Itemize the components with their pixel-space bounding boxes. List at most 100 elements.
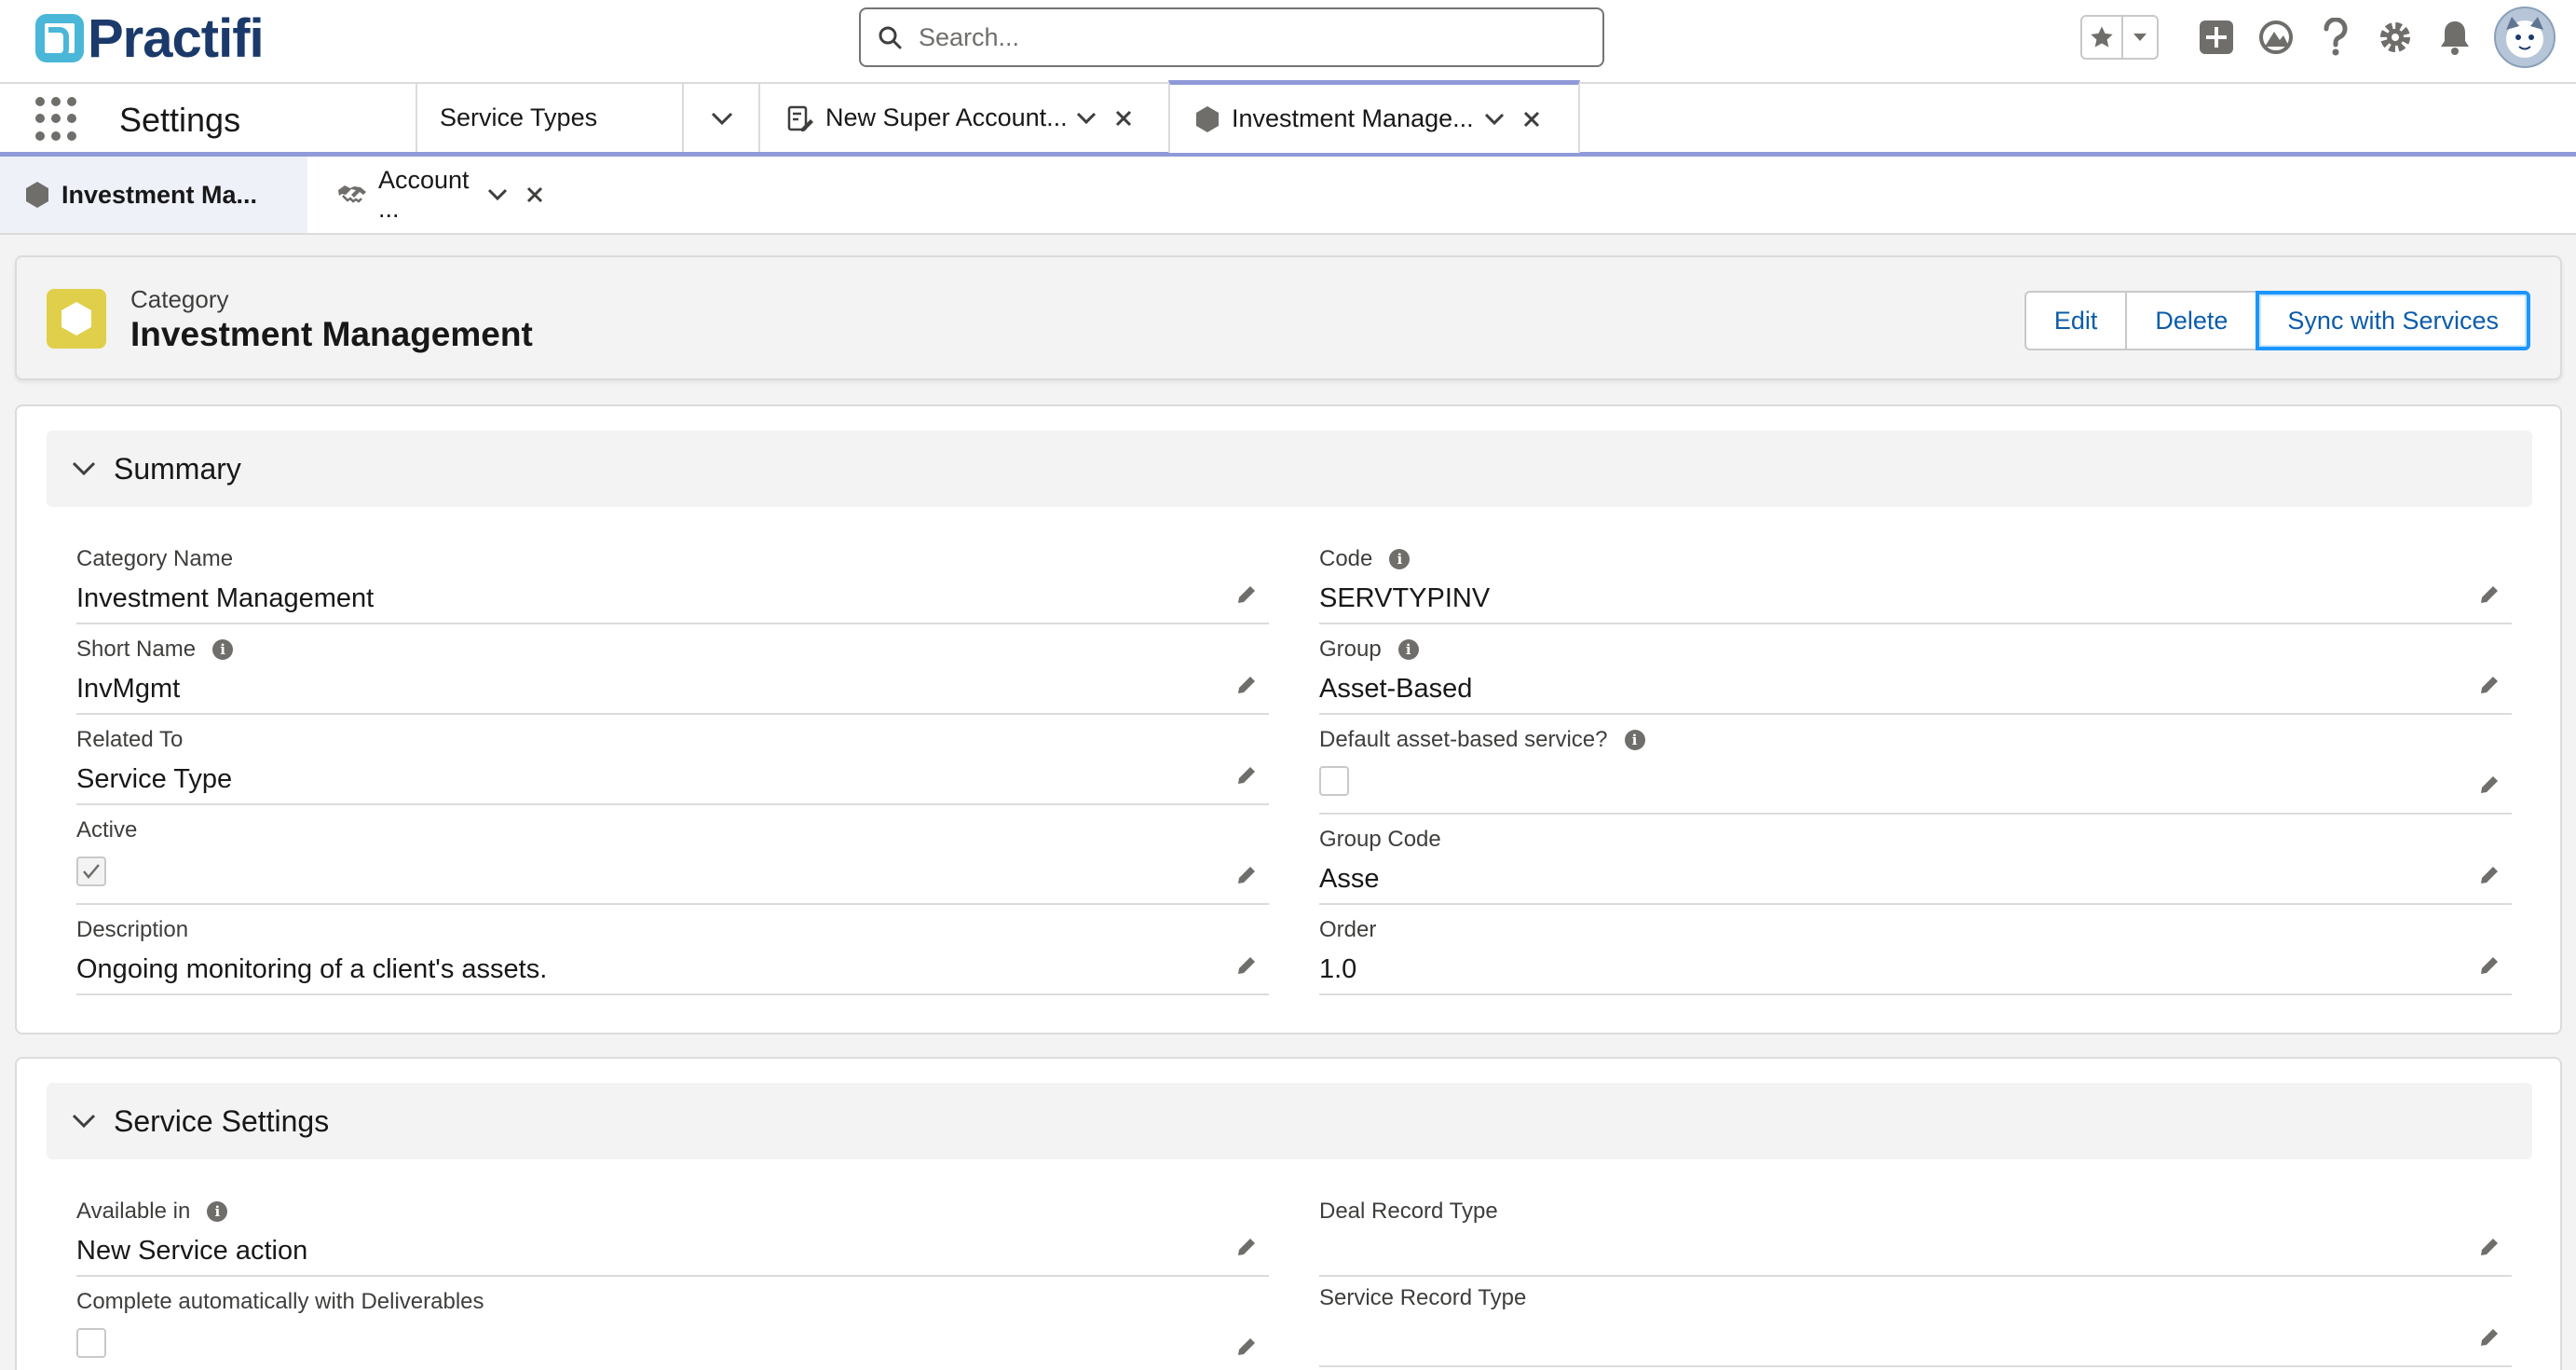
default-asset-based-checkbox bbox=[1319, 766, 1349, 796]
subtab-investment-management[interactable]: Investment Ma... bbox=[0, 157, 307, 233]
chevron-down-icon bbox=[54, 1114, 114, 1129]
edit-pencil-icon[interactable] bbox=[2476, 772, 2502, 798]
field-label: Description bbox=[76, 917, 189, 942]
field-code: Code i SERVTYPINV bbox=[1319, 544, 2512, 624]
info-icon[interactable]: i bbox=[1389, 549, 1411, 569]
help-icon[interactable] bbox=[2306, 7, 2365, 67]
hexagon-icon bbox=[24, 181, 50, 209]
app-launcher-icon[interactable] bbox=[35, 97, 80, 142]
field-label: Complete automatically with Deliverables bbox=[76, 1289, 484, 1314]
hexagon-icon bbox=[1194, 105, 1220, 133]
field-deal-record-type: Deal Record Type bbox=[1319, 1197, 2512, 1277]
tab-label: Investment Manage... bbox=[1232, 104, 1474, 132]
field-label: Deal Record Type bbox=[1319, 1199, 1498, 1224]
subtab-label: Investment Ma... bbox=[61, 180, 258, 209]
global-search-input[interactable]: Search... bbox=[859, 7, 1604, 67]
workspace-tab-investment-management[interactable]: Investment Manage... bbox=[1168, 80, 1580, 153]
app-name: Settings bbox=[119, 101, 241, 139]
category-record-icon bbox=[47, 289, 106, 349]
field-value: New Service action bbox=[76, 1236, 308, 1266]
section-title: Service Settings bbox=[114, 1103, 330, 1138]
tab-chevron-down-icon[interactable] bbox=[1476, 101, 1513, 138]
field-related-to: Related To Service Type bbox=[76, 725, 1269, 805]
info-icon[interactable]: i bbox=[207, 1201, 228, 1222]
edit-pencil-icon[interactable] bbox=[1233, 952, 1260, 979]
subtab-close-icon[interactable] bbox=[516, 176, 553, 213]
subtab-chevron-down-icon[interactable] bbox=[479, 176, 516, 213]
practifi-logo[interactable]: Practifi bbox=[35, 7, 265, 69]
edit-pencil-icon[interactable] bbox=[2476, 1234, 2502, 1260]
service-settings-section-header[interactable]: Service Settings bbox=[47, 1083, 2532, 1159]
edit-pencil-icon[interactable] bbox=[2476, 1324, 2502, 1350]
app-navigation-bar: Settings Service Types New Super Account… bbox=[0, 80, 2576, 157]
nav-menu-chevron-down-icon[interactable] bbox=[682, 84, 760, 152]
edit-pencil-icon[interactable] bbox=[1233, 582, 1260, 608]
logo-text: Practifi bbox=[88, 7, 265, 69]
field-label: Category Name bbox=[76, 546, 234, 571]
favorites-dropdown-icon[interactable] bbox=[2123, 17, 2157, 58]
field-value: SERVTYPINV bbox=[1319, 583, 1491, 613]
record-title: Investment Management bbox=[130, 315, 533, 353]
workspace-tab-new-super-account[interactable]: New Super Account... bbox=[758, 84, 1170, 152]
field-value: InvMgmt bbox=[76, 674, 181, 704]
subtab-bar: Investment Ma... Account ... bbox=[0, 157, 2576, 235]
tab-close-icon[interactable] bbox=[1105, 100, 1142, 137]
trailhead-guidance-icon[interactable] bbox=[2246, 7, 2306, 67]
setup-gear-icon[interactable] bbox=[2365, 7, 2425, 67]
global-actions-add-icon[interactable] bbox=[2187, 7, 2246, 67]
chevron-down-icon bbox=[54, 461, 114, 476]
summary-card: Summary Category Name Investment Managem… bbox=[15, 404, 2562, 1034]
field-label: Default asset-based service? bbox=[1319, 727, 1608, 752]
field-label: Group bbox=[1319, 637, 1382, 662]
nav-item-label: Service Types bbox=[440, 103, 598, 131]
service-settings-card: Service Settings Available in i New Servi… bbox=[15, 1057, 2562, 1370]
favorites-group bbox=[2080, 15, 2159, 60]
field-complete-automatically: Complete automatically with Deliverables bbox=[76, 1287, 1269, 1370]
notifications-bell-icon[interactable] bbox=[2425, 7, 2485, 67]
edit-pencil-icon[interactable] bbox=[1233, 1334, 1260, 1360]
subtab-label: Account ... bbox=[378, 166, 470, 223]
field-value: Investment Management bbox=[76, 583, 375, 613]
delete-button[interactable]: Delete bbox=[2125, 291, 2258, 350]
record-action-buttons: Edit Delete Sync with Services bbox=[2024, 291, 2530, 350]
edit-button[interactable]: Edit bbox=[2024, 291, 2128, 350]
tab-close-icon[interactable] bbox=[1513, 101, 1550, 138]
tab-label: New Super Account... bbox=[825, 103, 1068, 131]
field-label: Order bbox=[1319, 917, 1377, 942]
edit-pencil-icon[interactable] bbox=[2476, 952, 2502, 979]
field-label: Code bbox=[1319, 546, 1373, 571]
record-type-label: Category bbox=[130, 285, 229, 313]
record-header: Category Investment Management Edit Dele… bbox=[15, 255, 2562, 380]
field-label: Active bbox=[76, 817, 138, 843]
edit-pencil-icon[interactable] bbox=[1233, 862, 1260, 888]
search-icon bbox=[861, 25, 919, 49]
field-value bbox=[1319, 1322, 2512, 1358]
section-title: Summary bbox=[114, 451, 241, 486]
subtab-account[interactable]: Account ... bbox=[337, 157, 617, 233]
field-available-in: Available in i New Service action bbox=[76, 1197, 1269, 1277]
field-value: Asset-Based bbox=[1319, 674, 1473, 704]
info-icon[interactable]: i bbox=[1397, 639, 1419, 660]
header-actions bbox=[2080, 0, 2576, 75]
summary-section-header[interactable]: Summary bbox=[47, 431, 2532, 507]
user-avatar[interactable] bbox=[2494, 7, 2556, 68]
edit-pencil-icon[interactable] bbox=[1233, 762, 1260, 788]
field-active: Active bbox=[76, 815, 1269, 905]
favorites-star-icon[interactable] bbox=[2082, 17, 2123, 58]
edit-pencil-icon[interactable] bbox=[2476, 862, 2502, 888]
field-label: Service Record Type bbox=[1319, 1285, 1527, 1310]
field-category-name: Category Name Investment Management bbox=[76, 544, 1269, 624]
tab-chevron-down-icon[interactable] bbox=[1068, 100, 1105, 137]
edit-pencil-icon[interactable] bbox=[1233, 1234, 1260, 1260]
global-header: Practifi Search... bbox=[0, 0, 2576, 84]
edit-pencil-icon[interactable] bbox=[1233, 672, 1260, 698]
sync-with-services-button[interactable]: Sync with Services bbox=[2256, 291, 2530, 350]
nav-item-service-types[interactable]: Service Types bbox=[416, 84, 684, 152]
field-value: Asse bbox=[1319, 864, 1380, 894]
field-value bbox=[1319, 1236, 2512, 1271]
info-icon[interactable]: i bbox=[212, 639, 234, 660]
edit-pencil-icon[interactable] bbox=[2476, 582, 2502, 608]
field-default-asset-based-service: Default asset-based service? i bbox=[1319, 725, 2512, 815]
edit-pencil-icon[interactable] bbox=[2476, 672, 2502, 698]
info-icon[interactable]: i bbox=[1624, 730, 1645, 750]
